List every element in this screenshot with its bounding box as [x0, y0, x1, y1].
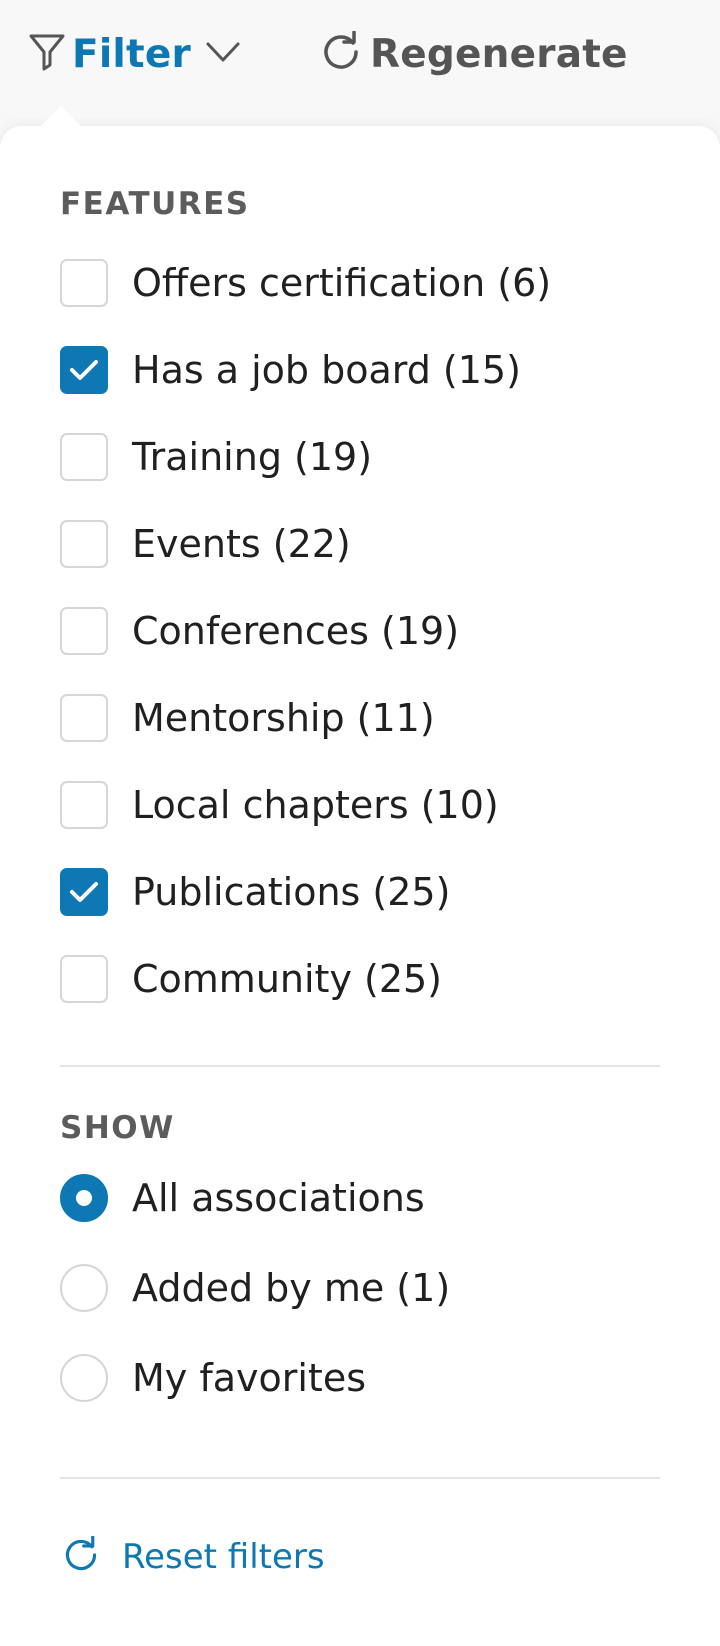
checkbox-mentorship[interactable]: Mentorship (11) [60, 693, 435, 743]
checkbox-training[interactable]: Training (19) [60, 432, 372, 482]
radio-button[interactable] [60, 1354, 108, 1402]
checkbox-box[interactable] [60, 694, 108, 742]
regenerate-button[interactable]: Regenerate [320, 26, 628, 82]
chevron-down-icon [205, 40, 241, 68]
checkbox-box[interactable] [60, 346, 108, 394]
section-divider [60, 1065, 660, 1067]
filter-button[interactable]: Filter [28, 26, 241, 82]
checkbox-has-job-board[interactable]: Has a job board (15) [60, 345, 521, 395]
filter-label: Filter [72, 31, 191, 77]
radio-all-associations[interactable]: All associations [60, 1173, 425, 1223]
toolbar: Filter Regenerate [0, 0, 720, 118]
radio-added-by-me[interactable]: Added by me (1) [60, 1263, 450, 1313]
reset-filters-button[interactable]: Reset filters [62, 1532, 325, 1582]
refresh-icon [320, 30, 362, 77]
radio-my-favorites[interactable]: My favorites [60, 1353, 366, 1403]
checkbox-publications[interactable]: Publications (25) [60, 867, 450, 917]
checkbox-box[interactable] [60, 781, 108, 829]
radio-label: My favorites [132, 1356, 367, 1400]
checkbox-label: Conferences (19) [132, 609, 460, 653]
checkmark-icon [70, 882, 98, 902]
checkbox-label: Events (22) [132, 522, 351, 566]
radio-label: All associations [132, 1176, 425, 1220]
checkbox-box[interactable] [60, 520, 108, 568]
filter-icon [28, 32, 66, 76]
checkbox-events[interactable]: Events (22) [60, 519, 351, 569]
checkbox-box[interactable] [60, 259, 108, 307]
regenerate-label: Regenerate [370, 31, 628, 77]
checkbox-label: Has a job board (15) [132, 348, 521, 392]
checkbox-community[interactable]: Community (25) [60, 954, 442, 1004]
filter-panel: FEATURES Offers certification (6) Has a … [0, 105, 720, 1646]
checkbox-label: Training (19) [132, 435, 373, 479]
checkbox-local-chapters[interactable]: Local chapters (10) [60, 780, 499, 830]
radio-label: Added by me (1) [132, 1266, 451, 1310]
checkbox-box[interactable] [60, 433, 108, 481]
checkbox-label: Publications (25) [132, 870, 451, 914]
checkbox-conferences[interactable]: Conferences (19) [60, 606, 459, 656]
checkbox-label: Mentorship (11) [132, 696, 435, 740]
checkbox-box[interactable] [60, 607, 108, 655]
radio-dot [76, 1190, 92, 1206]
checkbox-box[interactable] [60, 868, 108, 916]
checkbox-offers-certification[interactable]: Offers certification (6) [60, 258, 551, 308]
refresh-icon [62, 1535, 100, 1578]
checkbox-label: Community (25) [132, 957, 443, 1001]
reset-filters-label: Reset filters [122, 1537, 325, 1577]
radio-button[interactable] [60, 1264, 108, 1312]
radio-button[interactable] [60, 1174, 108, 1222]
section-divider [60, 1477, 660, 1479]
checkmark-icon [70, 360, 98, 380]
checkbox-box[interactable] [60, 955, 108, 1003]
checkbox-label: Local chapters (10) [132, 783, 499, 827]
show-section-title: SHOW [60, 1110, 175, 1146]
checkbox-label: Offers certification (6) [132, 261, 552, 305]
features-section-title: FEATURES [60, 186, 250, 222]
